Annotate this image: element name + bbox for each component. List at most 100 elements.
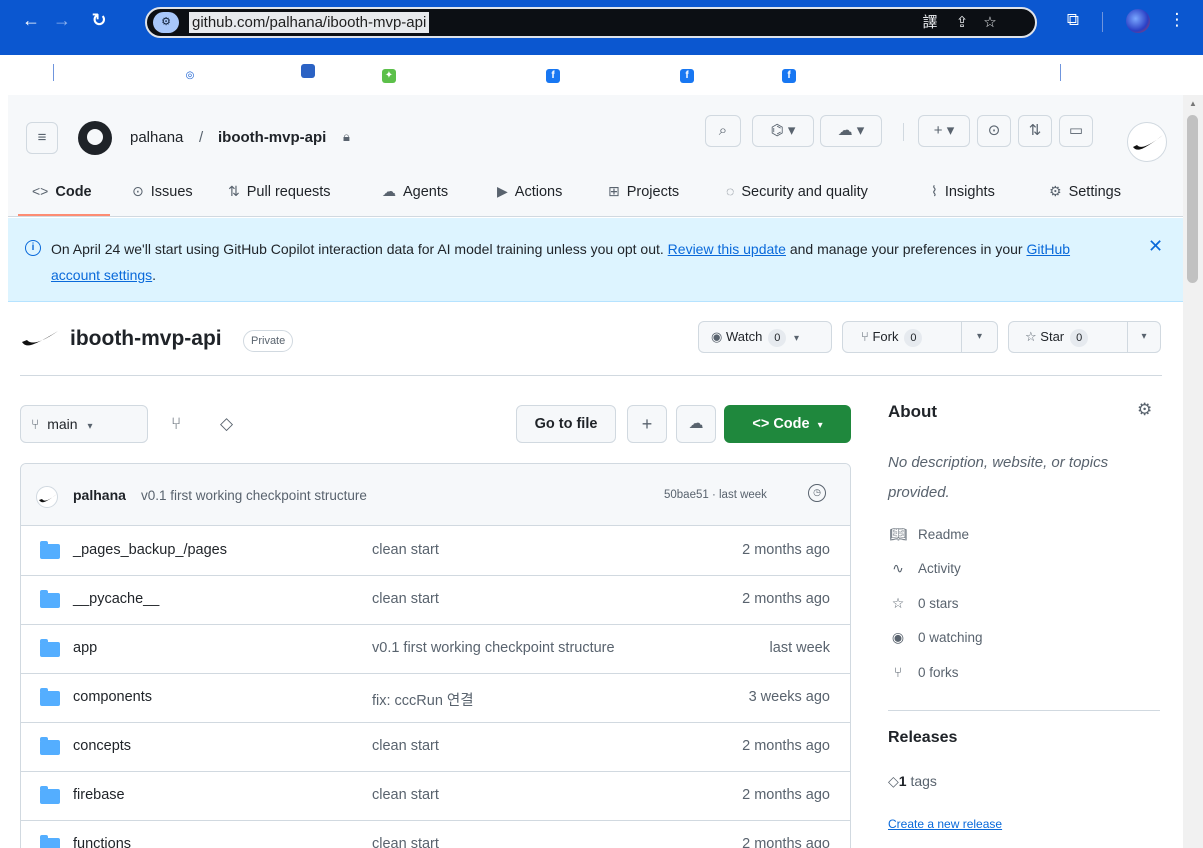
watching-link[interactable]: ◉ 0 watching bbox=[888, 626, 983, 648]
search-button[interactable]: ⌕ bbox=[705, 115, 741, 147]
add-file-button[interactable]: + bbox=[627, 405, 667, 443]
tab-pull-requests[interactable]: ⇅ Pull requests bbox=[228, 179, 331, 203]
tab-code[interactable]: <> Code bbox=[32, 179, 92, 203]
releases-heading[interactable]: Releases bbox=[888, 729, 957, 747]
issues-button[interactable]: ⊙ bbox=[977, 115, 1011, 147]
file-name[interactable]: __pycache__ bbox=[73, 591, 159, 607]
more-bookmarks[interactable]: » bbox=[1030, 62, 1036, 82]
pull-requests-button[interactable]: ⇅ bbox=[1018, 115, 1052, 147]
file-commit-message[interactable]: clean start bbox=[372, 542, 439, 558]
star-count: 0 bbox=[1070, 329, 1089, 347]
bookmark-facebook-1[interactable]: f Facebook bbox=[680, 62, 747, 83]
file-name[interactable]: components bbox=[73, 689, 152, 705]
site-info-icon[interactable]: ⚙ bbox=[153, 12, 179, 33]
translate-icon[interactable]: 譯 bbox=[920, 13, 940, 33]
github-logo-icon[interactable] bbox=[78, 121, 112, 155]
copilot-button[interactable]: ⌬ ▾ bbox=[752, 115, 814, 147]
star-button[interactable]: ☆ Star 0 bbox=[1008, 321, 1128, 353]
file-name[interactable]: concepts bbox=[73, 738, 131, 754]
back-arrow-icon[interactable]: ← bbox=[19, 8, 43, 32]
commit-author[interactable]: palhana bbox=[73, 487, 126, 503]
stars-link[interactable]: ☆ 0 stars bbox=[888, 592, 959, 614]
table-row[interactable]: __pycache__ clean start 2 months ago bbox=[21, 576, 850, 625]
agents-button[interactable]: ☁ ▾ bbox=[820, 115, 882, 147]
menu-kebab-icon[interactable]: ⋮ bbox=[1166, 9, 1188, 31]
review-update-link[interactable]: Review this update bbox=[668, 241, 786, 257]
table-row[interactable]: app v0.1 first working checkpoint struct… bbox=[21, 625, 850, 674]
tab-insights[interactable]: ⌇ Insights bbox=[931, 179, 995, 203]
branches-icon[interactable]: ⑂ bbox=[171, 414, 181, 434]
commit-message[interactable]: v0.1 first working checkpoint structure bbox=[141, 488, 367, 503]
code-icon: <> bbox=[32, 183, 49, 199]
extensions-icon[interactable]: ⧉ bbox=[1062, 9, 1084, 31]
code-icon: <> bbox=[752, 416, 770, 432]
file-name[interactable]: _pages_backup_/pages bbox=[73, 542, 227, 558]
fork-dropdown-button[interactable]: ▾ bbox=[961, 321, 998, 353]
table-row[interactable]: concepts clean start 2 months ago bbox=[21, 723, 850, 772]
tag-icon[interactable]: ◇ bbox=[220, 414, 233, 434]
file-name[interactable]: functions bbox=[73, 836, 131, 848]
create-new-button[interactable]: + ▾ bbox=[918, 115, 970, 147]
repo-title[interactable]: ibooth-mvp-api bbox=[70, 327, 222, 351]
file-commit-message[interactable]: clean start bbox=[372, 738, 439, 754]
scroll-up-icon[interactable]: ▲ bbox=[1189, 99, 1197, 108]
tab-security[interactable]: ◌ Security and quality bbox=[726, 179, 868, 203]
bookmark-new-tab[interactable]: 새 탭 bbox=[301, 62, 343, 82]
commit-author-avatar[interactable] bbox=[36, 486, 58, 508]
apps-grid-icon[interactable]: ▦ bbox=[14, 62, 33, 82]
user-avatar[interactable] bbox=[1127, 122, 1167, 162]
activity-link[interactable]: ∿ Activity bbox=[888, 557, 961, 579]
fork-button[interactable]: ⑂ Fork 0 bbox=[842, 321, 962, 353]
go-to-file-button[interactable]: Go to file bbox=[516, 405, 616, 443]
address-bar[interactable]: ⚙ github.com/palhana/ibooth-mvp-api 譯 ⇪ … bbox=[145, 7, 1037, 38]
all-bookmarks[interactable]: 모든 북마크 bbox=[1082, 62, 1155, 82]
bookmark-ltpros[interactable]: ◎ ltpros.com bbox=[183, 62, 253, 83]
tab-settings[interactable]: ⚙ Settings bbox=[1049, 179, 1121, 203]
gear-icon[interactable]: ⚙ bbox=[1137, 400, 1152, 420]
create-release-link[interactable]: Create a new release bbox=[888, 817, 1002, 831]
forks-link[interactable]: ⑂ 0 forks bbox=[888, 661, 959, 683]
file-commit-message[interactable]: clean start bbox=[372, 591, 439, 607]
bookmark-strategy[interactable]: ✦ Strategy SCM CRM bbox=[382, 62, 498, 83]
reload-icon[interactable]: ↻ bbox=[87, 8, 111, 32]
bookmark-yong[interactable]: f Yong C. Kim bbox=[546, 62, 626, 83]
tab-actions[interactable]: ▶ Actions bbox=[497, 179, 562, 203]
tags-link[interactable]: ◇1 tags bbox=[888, 773, 937, 790]
bookmark-bookmarks[interactable]: ★ Bookmarks bbox=[76, 62, 150, 82]
copilot-cloud-button[interactable]: ☁ bbox=[676, 405, 716, 443]
table-row[interactable]: functions clean start 2 months ago bbox=[21, 821, 850, 848]
page-scrollbar[interactable]: ▲ bbox=[1183, 95, 1203, 848]
table-row[interactable]: firebase clean start 2 months ago bbox=[21, 772, 850, 821]
hamburger-menu-button[interactable]: ≡ bbox=[26, 122, 58, 154]
file-name[interactable]: app bbox=[73, 640, 97, 656]
tab-agents[interactable]: ☁ Agents bbox=[382, 179, 448, 203]
url-text[interactable]: github.com/palhana/ibooth-mvp-api bbox=[189, 12, 430, 33]
scroll-thumb[interactable] bbox=[1187, 115, 1198, 283]
history-icon[interactable]: ◷ bbox=[808, 484, 826, 502]
table-row[interactable]: _pages_backup_/pages clean start 2 month… bbox=[21, 527, 850, 576]
bookmark-star-icon[interactable]: ☆ bbox=[980, 13, 1000, 33]
forward-arrow-icon[interactable]: → bbox=[50, 8, 74, 32]
profile-avatar[interactable] bbox=[1126, 9, 1150, 33]
install-app-icon[interactable]: ⇪ bbox=[952, 13, 972, 33]
readme-link[interactable]: 📖︎ Readme bbox=[888, 523, 969, 545]
file-commit-message[interactable]: v0.1 first working checkpoint structure bbox=[372, 640, 615, 656]
file-commit-message[interactable]: fix: cccRun 연결 bbox=[372, 689, 474, 710]
tab-issues[interactable]: ⊙ Issues bbox=[132, 179, 193, 203]
branch-selector[interactable]: ⑂ main ▾ bbox=[20, 405, 148, 443]
table-row[interactable]: components fix: cccRun 연결 3 weeks ago bbox=[21, 674, 850, 723]
file-name[interactable]: firebase bbox=[73, 787, 125, 803]
bookmark-facebook-2[interactable]: f Facebook bbox=[782, 62, 849, 83]
repo-link[interactable]: ibooth-mvp-api bbox=[218, 129, 326, 146]
code-dropdown-button[interactable]: <> Code ▾ bbox=[724, 405, 851, 443]
tab-projects[interactable]: ⊞ Projects bbox=[608, 179, 679, 203]
star-dropdown-button[interactable]: ▾ bbox=[1127, 321, 1161, 353]
folder-icon bbox=[40, 688, 60, 706]
commit-hash-time[interactable]: 50bae51 · last week bbox=[664, 489, 767, 501]
owner-link[interactable]: palhana bbox=[130, 129, 183, 146]
close-icon[interactable]: ✕ bbox=[1148, 236, 1163, 257]
watch-button[interactable]: ◉ Watch 0 ▾ bbox=[698, 321, 832, 353]
file-commit-message[interactable]: clean start bbox=[372, 836, 439, 848]
inbox-button[interactable]: ▭ bbox=[1059, 115, 1093, 147]
file-commit-message[interactable]: clean start bbox=[372, 787, 439, 803]
